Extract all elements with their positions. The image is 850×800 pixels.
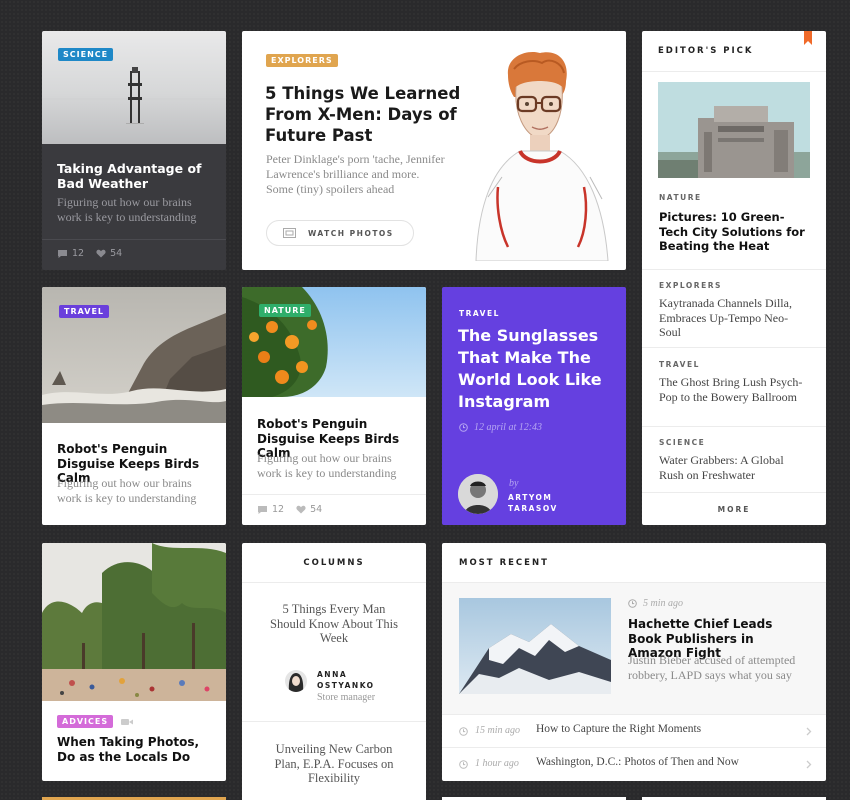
category-tag[interactable]: EXPLORERS (266, 54, 338, 67)
editors-pick-image-building[interactable] (658, 82, 810, 178)
category-tag[interactable]: SCIENCE (58, 48, 114, 61)
category-tag[interactable]: ADVICES (57, 715, 114, 728)
like-count: 54 (110, 248, 123, 259)
author-first-name: ANNA (317, 670, 348, 679)
card-image-beach-trees (42, 543, 226, 701)
most-recent-list-item[interactable]: 15 min ago How to Capture the Right Mome… (442, 715, 826, 748)
article-card-nature[interactable]: NATURE Robot's Penguin Disguise Keeps Bi… (242, 287, 426, 525)
avatar[interactable] (458, 474, 498, 514)
date-text: 12 april at 12:43 (474, 422, 543, 433)
watch-photos-label: WATCH PHOTOS (308, 228, 394, 238)
comment-icon[interactable] (57, 249, 68, 259)
chevron-right-icon[interactable] (806, 727, 812, 736)
column-entry-title[interactable]: Unveiling New Carbon Plan, E.P.A. Focuse… (266, 742, 402, 786)
author-last-name: OSTYANKO (317, 681, 375, 690)
like-count: 54 (310, 504, 323, 515)
article-excerpt: Figuring out how our brains work is key … (257, 451, 397, 480)
article-card-science[interactable]: SCIENCE Taking Advantage of Bad Weather … (42, 31, 226, 270)
category-tag[interactable]: TRAVEL (59, 305, 110, 318)
most-recent-featured[interactable]: 5 min ago Hachette Chief Leads Book Publ… (442, 583, 826, 714)
category-label[interactable]: TRAVEL (659, 360, 809, 369)
columns-heading: COLUMNS (303, 558, 365, 568)
divider (42, 239, 226, 240)
article-excerpt: Figuring out how our brains work is key … (57, 476, 197, 505)
divider (642, 426, 826, 427)
editors-pick-item[interactable]: TRAVEL The Ghost Bring Lush Psych-Pop to… (659, 360, 809, 404)
time-text: 5 min ago (643, 598, 683, 609)
category-label[interactable]: NATURE (659, 193, 702, 202)
column-entry-title[interactable]: 5 Things Every Man Should Know About Thi… (270, 602, 398, 646)
list-item-title[interactable]: Washington, D.C.: Photos of Then and Now (536, 756, 739, 768)
avatar[interactable] (285, 670, 307, 692)
video-camera-icon (121, 718, 134, 726)
article-title[interactable]: The Sunglasses That Make The World Look … (458, 325, 618, 413)
editors-pick-main-title[interactable]: Pictures: 10 Green-Tech City Solutions f… (659, 210, 809, 254)
editors-pick-item[interactable]: EXPLORERS Kaytranada Channels Dilla, Emb… (659, 281, 809, 340)
divider (642, 71, 826, 72)
heart-icon[interactable] (296, 505, 306, 514)
article-meta: 12 54 (57, 248, 122, 259)
featured-time: 5 min ago (628, 598, 683, 609)
illustration-portrait (468, 47, 618, 261)
author-name[interactable]: ARTYOM TARASOV (508, 492, 558, 514)
editors-pick-heading: EDITOR'S PICK (658, 46, 754, 56)
editors-pick-item-title[interactable]: The Ghost Bring Lush Psych-Pop to the Bo… (659, 375, 809, 404)
author-first-name: ARTYOM (508, 493, 553, 502)
category-label[interactable]: EXPLORERS (659, 281, 809, 290)
article-title[interactable]: Taking Advantage of Bad Weather (57, 161, 217, 191)
column-author[interactable]: ANNA OSTYANKO Store manager (317, 669, 375, 703)
divider (242, 721, 426, 722)
clock-icon (459, 760, 468, 769)
most-recent-panel: MOST RECENT 5 min ago Hachette Chief Lea… (442, 543, 826, 781)
feature-article-card[interactable]: EXPLORERS 5 Things We Learned From X-Men… (242, 31, 626, 270)
clock-icon (628, 599, 637, 608)
chevron-right-icon[interactable] (806, 760, 812, 769)
most-recent-list-item[interactable]: 1 hour ago Washington, D.C.: Photos of T… (442, 748, 826, 781)
category-label[interactable]: TRAVEL (459, 309, 500, 318)
article-title[interactable]: When Taking Photos, Do as the Locals Do (57, 735, 217, 764)
comment-count: 12 (72, 248, 85, 259)
author-role: Store manager (317, 692, 376, 703)
divider (642, 347, 826, 348)
comment-icon[interactable] (257, 505, 268, 515)
list-item-title[interactable]: How to Capture the Right Moments (536, 723, 701, 735)
most-recent-heading: MOST RECENT (459, 558, 549, 568)
article-card-advices[interactable]: ADVICES When Taking Photos, Do as the Lo… (42, 543, 226, 781)
featured-image-mountain (459, 598, 611, 694)
clock-icon (459, 727, 468, 736)
comment-count: 12 (272, 504, 285, 515)
featured-excerpt: Justin Bieber accused of attempted robbe… (628, 653, 796, 682)
watch-photos-button[interactable]: WATCH PHOTOS (266, 220, 414, 246)
photo-icon (283, 228, 296, 238)
author-by: by (509, 478, 519, 489)
divider (642, 492, 826, 493)
columns-panel: COLUMNS 5 Things Every Man Should Know A… (242, 543, 426, 800)
category-tag[interactable]: NATURE (259, 304, 311, 317)
article-meta: 12 54 (257, 504, 322, 515)
divider (642, 269, 826, 270)
article-card-travel[interactable]: TRAVEL Robot's Penguin Disguise Keeps Bi… (42, 287, 226, 525)
editors-pick-panel: EDITOR'S PICK NATURE Pictures: 10 Green-… (642, 31, 826, 525)
heart-icon[interactable] (96, 249, 106, 258)
clock-icon (459, 423, 468, 432)
author-last-name: TARASOV (508, 504, 558, 513)
time-text: 1 hour ago (475, 758, 519, 769)
divider (242, 582, 426, 583)
article-date: 12 april at 12:43 (459, 422, 542, 433)
editors-pick-item-title[interactable]: Kaytranada Channels Dilla, Embraces Up-T… (659, 296, 809, 340)
feature-title[interactable]: 5 Things We Learned From X-Men: Days of … (265, 83, 465, 146)
editors-pick-item-title[interactable]: Water Grabbers: A Global Rush on Freshwa… (659, 453, 809, 482)
bookmark-icon[interactable] (804, 31, 812, 45)
editors-pick-item[interactable]: SCIENCE Water Grabbers: A Global Rush on… (659, 438, 809, 482)
tag-row: ADVICES (57, 715, 134, 728)
category-label[interactable]: SCIENCE (659, 438, 809, 447)
article-excerpt: Figuring out how our brains work is key … (57, 195, 197, 224)
more-button[interactable]: MORE (642, 505, 826, 514)
time-text: 15 min ago (475, 725, 520, 736)
article-card-purple[interactable]: TRAVEL The Sunglasses That Make The Worl… (442, 287, 626, 525)
divider (242, 494, 426, 495)
feature-excerpt: Peter Dinklage's porn 'tache, Jennifer L… (266, 152, 445, 196)
